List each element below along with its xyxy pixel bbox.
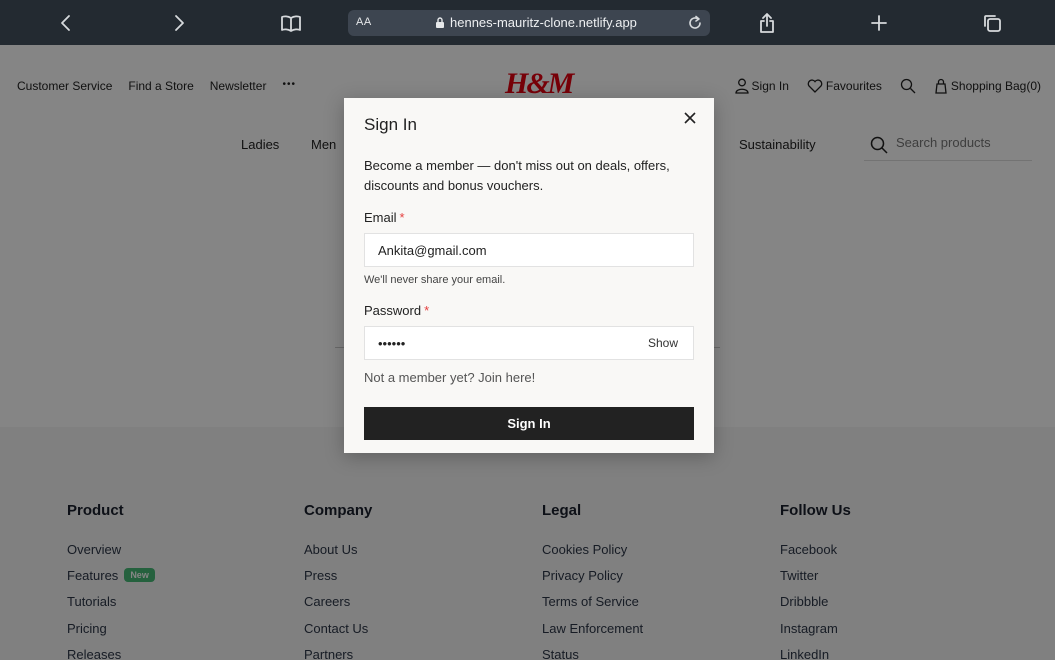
plus-icon bbox=[871, 15, 887, 31]
password-label: Password * bbox=[364, 303, 429, 318]
password-label-text: Password bbox=[364, 303, 422, 318]
chevron-right-icon bbox=[175, 15, 184, 31]
modal-description: Become a member — don't miss out on deal… bbox=[364, 158, 670, 193]
url-text: hennes-mauritz-clone.netlify.app bbox=[450, 15, 637, 30]
tabs-button[interactable] bbox=[977, 8, 1007, 38]
join-link[interactable]: Not a member yet? Join here! bbox=[364, 370, 535, 385]
forward-button[interactable] bbox=[164, 8, 194, 38]
email-label-text: Email bbox=[364, 210, 397, 225]
share-icon bbox=[760, 13, 774, 33]
address-bar[interactable]: AA hennes-mauritz-clone.netlify.app bbox=[348, 10, 710, 36]
modal-title: Sign In bbox=[364, 115, 417, 134]
lock-icon bbox=[436, 17, 444, 28]
email-field[interactable] bbox=[364, 233, 694, 267]
reload-icon[interactable] bbox=[686, 14, 704, 32]
new-tab-button[interactable] bbox=[864, 8, 894, 38]
password-field[interactable] bbox=[364, 326, 694, 360]
required-mark: * bbox=[399, 210, 405, 225]
book-icon bbox=[281, 15, 301, 32]
required-mark: * bbox=[424, 303, 430, 318]
chevron-left-icon bbox=[61, 15, 70, 31]
sign-in-modal: Sign In Become a member — don't miss out… bbox=[344, 98, 714, 453]
show-password-button[interactable]: Show bbox=[648, 336, 678, 350]
share-button[interactable] bbox=[752, 8, 782, 38]
email-helper-text: We'll never share your email. bbox=[364, 274, 506, 286]
bookmarks-button[interactable] bbox=[276, 8, 306, 38]
close-icon bbox=[684, 112, 696, 124]
sign-in-button[interactable]: Sign In bbox=[364, 407, 694, 440]
browser-toolbar: AA hennes-mauritz-clone.netlify.app bbox=[0, 0, 1055, 45]
email-label: Email * bbox=[364, 210, 405, 225]
close-button[interactable] bbox=[682, 110, 698, 126]
tabs-icon bbox=[984, 15, 1001, 32]
text-size-button[interactable]: AA bbox=[356, 16, 372, 28]
back-button[interactable] bbox=[51, 8, 81, 38]
